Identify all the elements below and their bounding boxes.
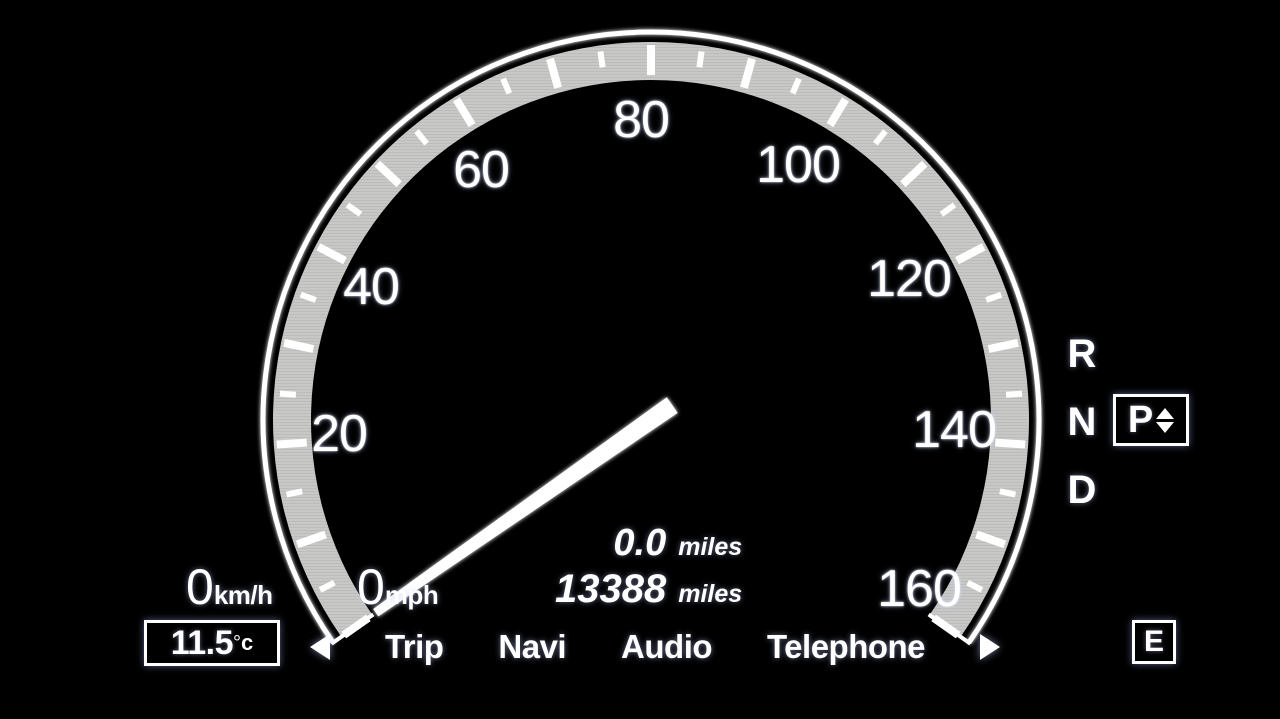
gear-position-n: N (1067, 400, 1097, 444)
temperature-unit: c (241, 630, 254, 655)
menu-item-telephone[interactable]: Telephone (767, 628, 926, 666)
temperature-value: 11.5 (170, 624, 234, 662)
triangle-up-icon (1156, 408, 1175, 419)
scale-label-40: 40 (343, 258, 400, 316)
menu-bar[interactable]: Trip Navi Audio Telephone (310, 622, 1000, 672)
gear-selector-indicator: R N D P (1065, 330, 1195, 520)
scale-label-120: 120 (867, 250, 952, 308)
odometer-unit: miles (678, 580, 743, 608)
gauge-minor-tick (1005, 390, 1023, 398)
instrument-cluster: 20 40 60 80 100 120 140 160 0km/h 0mph 0.0 mile… (0, 0, 1280, 719)
scale-label-140: 140 (912, 401, 997, 459)
left-arrow-icon[interactable] (310, 634, 330, 660)
degree-symbol: ° (233, 631, 242, 654)
eco-badge: E (1132, 620, 1176, 664)
kmh-value: 0 (186, 559, 214, 615)
scale-label-100: 100 (756, 136, 841, 194)
menu-item-navi[interactable]: Navi (498, 628, 566, 666)
trip-meter-row: 0.0 miles (555, 522, 742, 565)
gauge-minor-tick (999, 488, 1017, 498)
kmh-unit: km/h (213, 580, 273, 610)
speed-readout-mph: 0mph (357, 559, 439, 615)
trip-value: 0.0 (613, 522, 667, 564)
gear-position-d: D (1067, 468, 1097, 512)
gauge-minor-tick (597, 51, 606, 68)
outside-temperature-display: 11.5 ° c (144, 620, 280, 666)
scale-label-20: 20 (311, 405, 368, 463)
odometer-value: 13388 (555, 567, 667, 611)
odometer-row: 13388 miles (555, 567, 742, 612)
right-arrow-icon[interactable] (979, 634, 1000, 660)
trip-odometer-block: 0.0 miles 13388 miles (555, 522, 742, 612)
gear-selected-letter: P (1127, 399, 1154, 441)
scale-label-60: 60 (453, 141, 510, 199)
gauge-major-tick (994, 438, 1026, 449)
scale-label-80: 80 (613, 91, 670, 149)
menu-item-trip[interactable]: Trip (385, 628, 444, 666)
triangle-down-icon (1156, 422, 1175, 433)
gauge-major-tick (276, 438, 308, 449)
eco-badge-label: E (1143, 625, 1164, 658)
scale-label-160: 160 (877, 560, 962, 618)
menu-item-audio[interactable]: Audio (621, 628, 712, 666)
gear-position-r: R (1067, 332, 1097, 376)
mph-value: 0 (357, 559, 385, 615)
gauge-minor-tick (696, 51, 705, 68)
gear-shift-arrows (1156, 408, 1175, 433)
gear-selected-box: P (1113, 394, 1189, 446)
gauge-minor-tick (279, 390, 297, 398)
speed-readout-kmh: 0km/h (186, 562, 273, 612)
gauge-minor-tick (285, 488, 303, 498)
mph-unit: mph (384, 580, 439, 610)
trip-unit: miles (678, 533, 743, 561)
